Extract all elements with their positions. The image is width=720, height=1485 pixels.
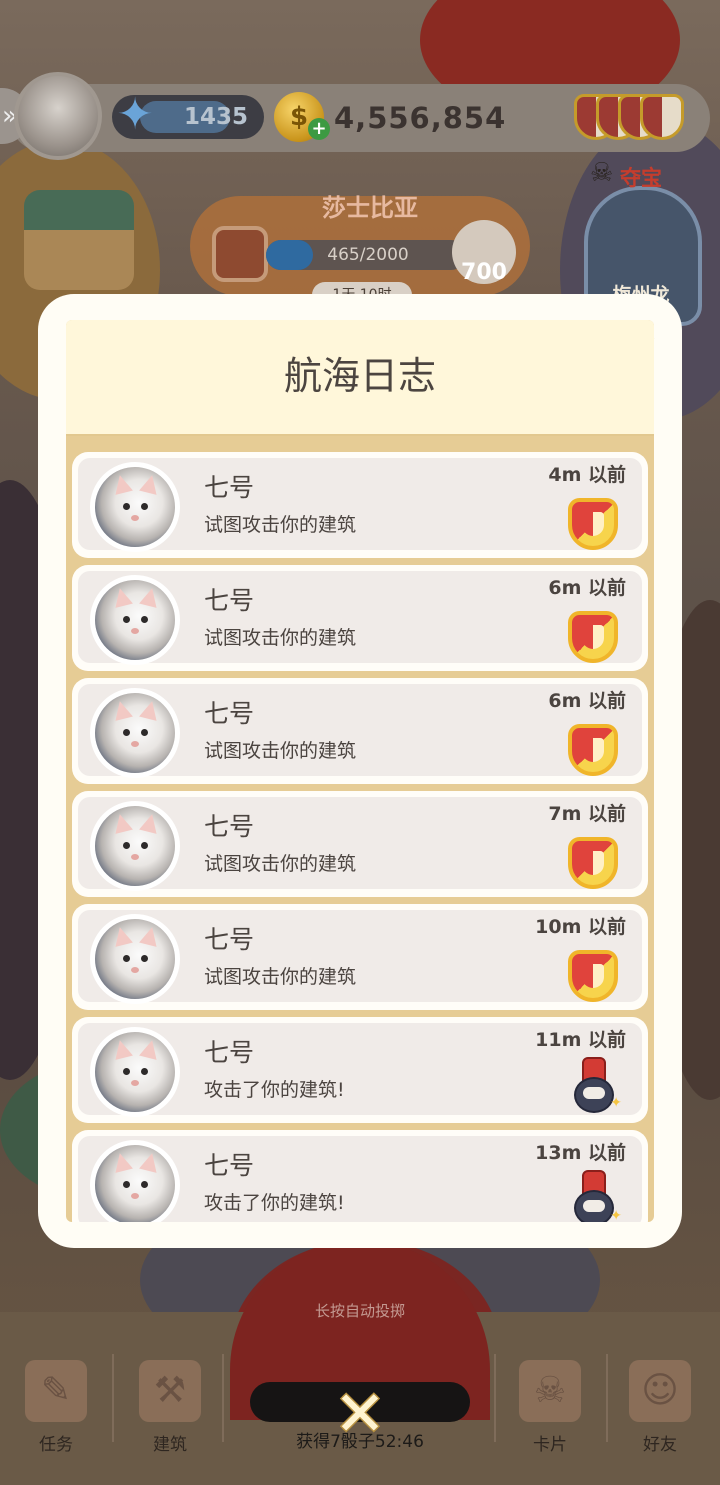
nav-label: 卡片: [533, 1435, 567, 1455]
log-entry-message: 攻击了你的建筑!: [204, 1079, 345, 1101]
level-star-icon: ✦: [116, 89, 154, 140]
shield-icon: [568, 950, 618, 1002]
log-entry-time: 6m 以前: [548, 577, 626, 599]
avatar[interactable]: [90, 688, 180, 778]
log-entry[interactable]: 七号攻击了你的建筑! 11m 以前 ✦: [72, 1017, 648, 1123]
log-entry[interactable]: 七号试图攻击你的建筑 10m 以前: [72, 904, 648, 1010]
coin-balance: 4,556,854: [334, 101, 507, 135]
log-entry-body: 七号攻击了你的建筑! 13m 以前 ✦: [78, 1136, 642, 1222]
log-entry-message: 试图攻击你的建筑: [204, 853, 357, 875]
log-entry-time: 11m 以前: [535, 1029, 626, 1051]
log-entry-name: 七号: [204, 1151, 255, 1180]
nav-label: 任务: [39, 1435, 73, 1455]
shield-icon: [640, 94, 684, 140]
event-progress-text: 465/2000: [327, 245, 409, 265]
nav-friends[interactable]: ☺ 好友: [610, 1360, 710, 1470]
log-entry[interactable]: 七号试图攻击你的建筑 6m 以前: [72, 565, 648, 671]
log-entry[interactable]: 七号试图攻击你的建筑 4m 以前: [72, 452, 648, 558]
log-entry-time: 6m 以前: [548, 690, 626, 712]
log-entry-message: 试图攻击你的建筑: [204, 627, 357, 649]
log-entry-name: 七号: [204, 699, 255, 728]
modal-header: 航海日志: [66, 320, 654, 436]
friends-icon: ☺: [629, 1360, 691, 1422]
log-entry-message: 试图攻击你的建筑: [204, 966, 357, 988]
log-entry[interactable]: 七号试图攻击你的建筑 6m 以前: [72, 678, 648, 784]
avatar[interactable]: [90, 462, 180, 552]
avatar[interactable]: [90, 914, 180, 1004]
log-entry-body: 七号试图攻击你的建筑 6m 以前: [78, 571, 642, 665]
log-entry-message: 试图攻击你的建筑: [204, 514, 357, 536]
log-entry[interactable]: 七号攻击了你的建筑! 13m 以前 ✦: [72, 1130, 648, 1222]
nav-divider: [112, 1354, 114, 1442]
cannon-icon: ✦: [570, 1170, 622, 1222]
log-entry[interactable]: 七号试图攻击你的建筑 7m 以前: [72, 791, 648, 897]
nav-buildings[interactable]: ⚒ 建筑: [120, 1360, 220, 1470]
log-entry-body: 七号试图攻击你的建筑 7m 以前: [78, 797, 642, 891]
voyage-log-panel: 航海日志 七号 试图攻击你的建筑 4m 以前 七号 试图攻击你的建筑 6m 以前 七号 试图攻…: [66, 320, 654, 1222]
event-dice-count: 700: [461, 260, 507, 285]
log-entry-body: 七号试图攻击你的建筑 4m 以前: [78, 458, 642, 552]
cannon-icon: ✦: [570, 1057, 622, 1115]
log-entry-name: 七号: [204, 473, 255, 502]
task-icon: ✎: [25, 1360, 87, 1422]
nav-label: 好友: [643, 1435, 677, 1455]
modal-title: 航海日志: [283, 354, 436, 398]
shop-icon[interactable]: [24, 190, 134, 290]
shield-icon: [568, 837, 618, 889]
avatar[interactable]: [90, 801, 180, 891]
log-entry-time: 10m 以前: [535, 916, 626, 938]
close-button[interactable]: ✕: [330, 1383, 390, 1445]
avatar[interactable]: [90, 575, 180, 665]
log-entry-body: 七号试图攻击你的建筑 10m 以前: [78, 910, 642, 1004]
log-entry-name: 七号: [204, 925, 255, 954]
avatar[interactable]: [90, 1140, 180, 1222]
log-entry-body: 七号试图攻击你的建筑 6m 以前: [78, 684, 642, 778]
avatar[interactable]: [90, 1027, 180, 1117]
nav-label: 建筑: [153, 1435, 187, 1455]
roll-hint: 长按自动投掷: [314, 1302, 405, 1320]
log-entry-message: 试图攻击你的建筑: [204, 740, 357, 762]
shield-icon: [568, 498, 618, 550]
close-icon: ✕: [334, 1377, 386, 1450]
shield-icon: [568, 611, 618, 663]
log-entry-time: 13m 以前: [535, 1142, 626, 1164]
log-entry-name: 七号: [204, 1038, 255, 1067]
treasure-label: 夺宝: [620, 166, 662, 190]
nav-divider: [606, 1354, 608, 1442]
player-avatar[interactable]: [14, 72, 102, 160]
level-value: 1435: [183, 104, 248, 130]
log-entry-time: 4m 以前: [548, 464, 626, 486]
nav-tasks[interactable]: ✎ 任务: [6, 1360, 106, 1470]
nav-divider: [494, 1354, 496, 1442]
log-entry-time: 7m 以前: [548, 803, 626, 825]
shield-icon: [568, 724, 618, 776]
event-title: 莎士比亚: [322, 194, 418, 222]
building-icon: ⚒: [139, 1360, 201, 1422]
log-entry-name: 七号: [204, 812, 255, 841]
cards-icon: ☠: [519, 1360, 581, 1422]
log-entry-body: 七号攻击了你的建筑! 11m 以前 ✦: [78, 1023, 642, 1117]
shield-counter: [574, 94, 686, 140]
nav-cards[interactable]: ☠ 卡片: [500, 1360, 600, 1470]
log-entry-name: 七号: [204, 586, 255, 615]
log-entry-message: 攻击了你的建筑!: [204, 1192, 345, 1214]
book-icon: [212, 226, 268, 282]
nav-divider: [222, 1354, 224, 1442]
add-coins-button[interactable]: +: [308, 118, 330, 140]
